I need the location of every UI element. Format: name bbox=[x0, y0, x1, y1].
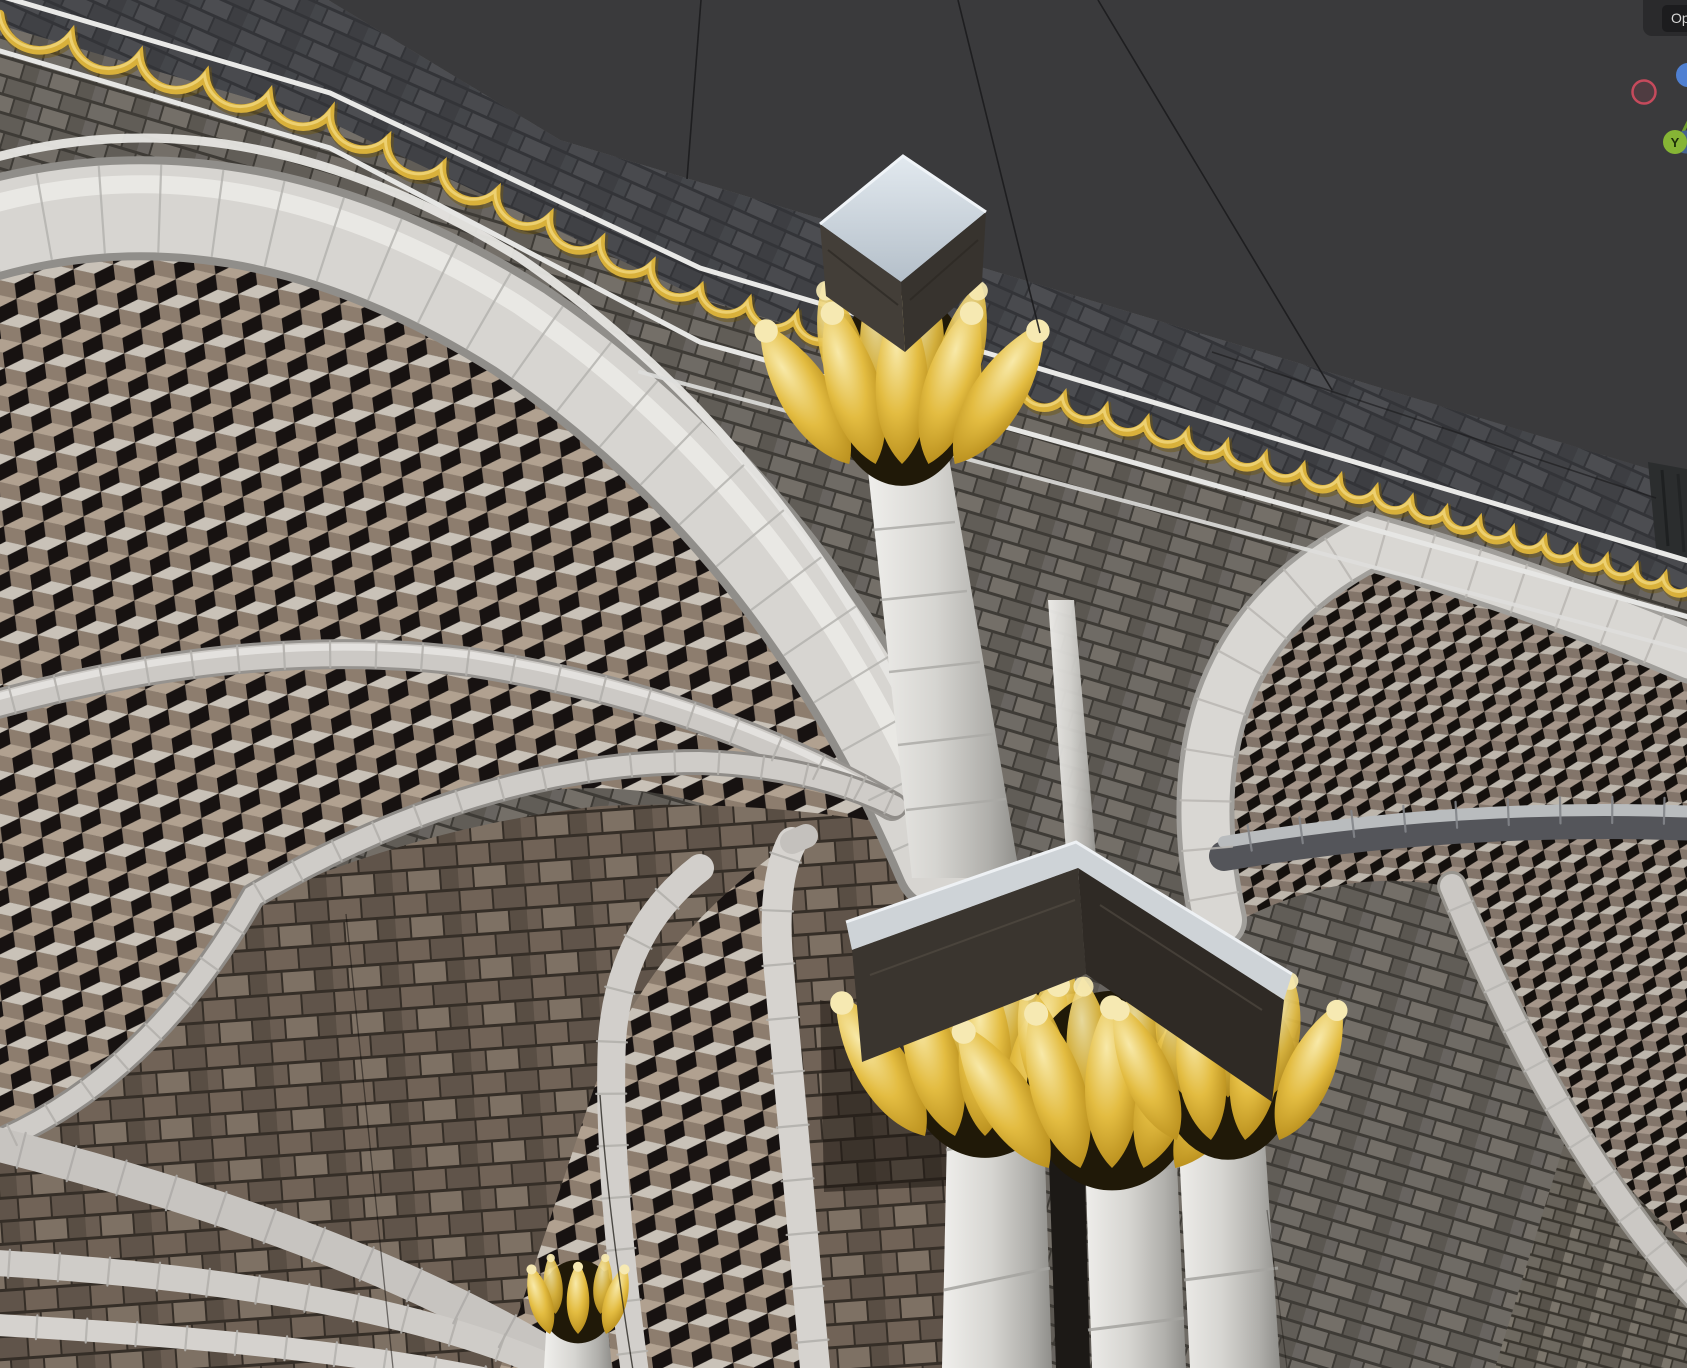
options-button[interactable]: Op bbox=[1662, 5, 1687, 32]
blender-3d-viewport[interactable]: Op Y bbox=[0, 0, 1687, 1368]
viewport-render bbox=[0, 0, 1687, 1368]
viewport-header-panel: Op bbox=[1643, 0, 1687, 36]
